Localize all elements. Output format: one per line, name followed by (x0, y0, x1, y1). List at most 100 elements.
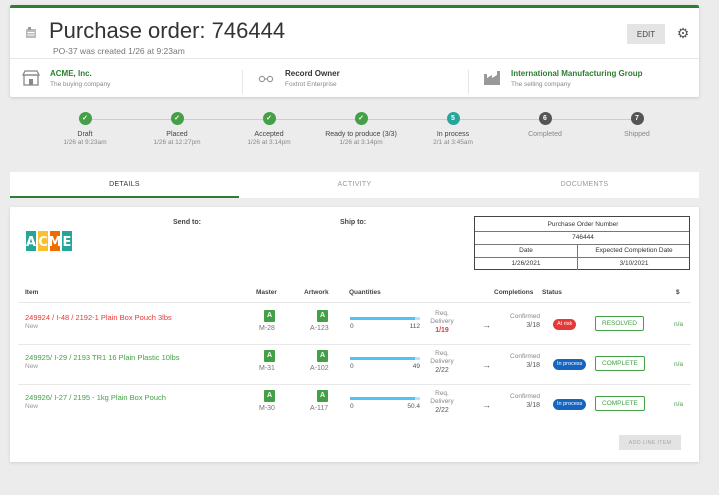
master-code[interactable]: M-31 (259, 365, 275, 372)
buyer-desc: The buying company (50, 81, 111, 88)
glasses-icon (258, 75, 274, 83)
req-label: Req. (435, 310, 449, 317)
quantity-bar-fill (350, 357, 416, 360)
divider (10, 58, 699, 59)
quantity-max: 112 (409, 323, 420, 330)
quantity-max: 49 (412, 363, 420, 370)
details-panel: Send to: Ship to: A C M E Purchase Order… (10, 207, 699, 462)
item-name-link[interactable]: 249925/ I-29 / 2193 TR1 16 Plain Plastic… (25, 353, 180, 362)
arrow-right-icon: → (482, 400, 491, 410)
master-code[interactable]: M-30 (259, 405, 275, 412)
check-icon: ✓ (170, 112, 184, 125)
step-ready: ✓ Ready to produce (3/3) 1/26 at 3:14pm (311, 112, 411, 146)
step-number: 7 (630, 112, 644, 125)
po-number-header: Purchase Order Number (547, 221, 619, 228)
status-action-button[interactable]: RESOLVED (595, 316, 644, 331)
check-icon: ✓ (78, 112, 92, 125)
col-status: Status (542, 289, 562, 296)
col-cost: $ (676, 289, 680, 296)
step-number: 5 (446, 112, 460, 125)
confirmed-label: Confirmed (510, 353, 540, 360)
factory-icon (484, 71, 500, 85)
confirmed-completion: Confirmed 3/18 (500, 353, 540, 370)
po-date-label: Date (519, 247, 533, 254)
tab-details[interactable]: DETAILS (10, 172, 239, 198)
po-header: Purchase order: 746444 PO-37 was created… (10, 5, 699, 97)
step-label: Placed (166, 131, 188, 138)
step-shipped: 7 Shipped (587, 112, 687, 138)
quantity-max: 50.4 (407, 403, 420, 410)
gear-icon[interactable]: ⚙ (675, 24, 691, 42)
po-date-value: 1/26/2021 (511, 260, 541, 267)
quantity-bar (350, 397, 420, 400)
quantity-bar (350, 317, 420, 320)
add-line-item-button[interactable]: ADD LINE ITEM (619, 435, 681, 450)
confirmed-completion: Confirmed 3/18 (500, 313, 540, 330)
quantity-bar (350, 357, 420, 360)
status-action-button[interactable]: COMPLETE (595, 356, 645, 371)
separator (242, 70, 243, 94)
quantity-min: 0 (350, 323, 354, 330)
step-date: 1/26 at 9:23am (63, 139, 107, 146)
confirmed-date: 3/18 (526, 402, 540, 409)
page-subtitle: PO-37 was created 1/26 at 9:23am (53, 46, 185, 56)
tab-activity[interactable]: ACTIVITY (240, 172, 469, 198)
master-approved-badge: A (264, 390, 275, 402)
artwork-code[interactable]: A-123 (310, 325, 329, 332)
artwork-code[interactable]: A-102 (310, 365, 329, 372)
send-to-label: Send to: (173, 219, 201, 226)
cost-value: n/a (674, 361, 684, 368)
confirmed-label: Confirmed (510, 313, 540, 320)
page-title: Purchase order: 746444 (49, 18, 286, 43)
quantity-min: 0 (350, 363, 354, 370)
step-label: Accepted (254, 131, 284, 138)
acme-logo: A C M E (26, 231, 72, 251)
confirmed-date: 3/18 (526, 322, 540, 329)
master-approved-badge: A (264, 310, 275, 322)
req-label: Req. (435, 350, 449, 357)
ship-to-label: Ship to: (340, 219, 367, 226)
status-action-button[interactable]: COMPLETE (595, 396, 645, 411)
svg-text:E: E (63, 235, 72, 250)
step-date: 2/1 at 3:45am (433, 139, 473, 146)
ecd-value: 3/10/2021 (619, 260, 649, 267)
step-date: 1/26 at 3:14pm (247, 139, 291, 146)
confirmed-label: Confirmed (510, 393, 540, 400)
req-delivery: Req. Delivery 2/22 (422, 390, 462, 415)
step-date: 1/26 at 12:27pm (153, 139, 201, 146)
document-icon (26, 27, 36, 38)
cost-value: n/a (674, 401, 684, 408)
tab-documents[interactable]: DOCUMENTS (470, 172, 699, 198)
step-accepted: ✓ Accepted 1/26 at 3:14pm (219, 112, 319, 146)
req-delivery: Req. Delivery 2/22 (422, 350, 462, 375)
col-artwork: Artwork (304, 289, 329, 296)
step-label: Completed (528, 131, 562, 138)
col-item: Item (25, 289, 39, 296)
item-name-link[interactable]: 249926/ I-27 / 2195 - 1kg Plain Box Pouc… (25, 393, 166, 402)
step-draft: ✓ Draft 1/26 at 9:23am (35, 112, 135, 146)
po-number-value: 746444 (572, 234, 594, 241)
col-master: Master (256, 289, 277, 296)
delivery-label: Delivery (430, 398, 454, 405)
step-label: Shipped (624, 131, 650, 138)
tab-bar: DETAILS ACTIVITY DOCUMENTS (10, 172, 699, 198)
status-badge: At risk (553, 319, 577, 330)
artwork-code[interactable]: A-117 (310, 405, 328, 412)
master-code[interactable]: M-28 (259, 325, 275, 332)
artwork-approved-badge: A (317, 310, 328, 322)
check-icon: ✓ (262, 112, 276, 125)
col-completions: Completions (494, 289, 534, 296)
cost-value: n/a (674, 321, 684, 328)
line-item-row: 249926/ I-27 / 2195 - 1kg Plain Box Pouc… (10, 386, 699, 426)
ecd-label: Expected Completion Date (595, 247, 673, 254)
step-completed: 6 Completed (495, 112, 595, 138)
confirmed-completion: Confirmed 3/18 (500, 393, 540, 410)
step-number: 6 (538, 112, 552, 125)
edit-button[interactable]: EDIT (627, 24, 665, 44)
arrow-right-icon: → (482, 360, 491, 370)
item-name-link[interactable]: 249924 / I-48 / 2192-1 Plain Box Pouch 3… (25, 313, 172, 322)
line-item-row: 249924 / I-48 / 2192-1 Plain Box Pouch 3… (10, 306, 699, 346)
step-date: 1/26 at 3:14pm (339, 139, 383, 146)
col-quantities: Quantities (349, 289, 381, 296)
line-item-row: 249925/ I-29 / 2193 TR1 16 Plain Plastic… (10, 346, 699, 386)
